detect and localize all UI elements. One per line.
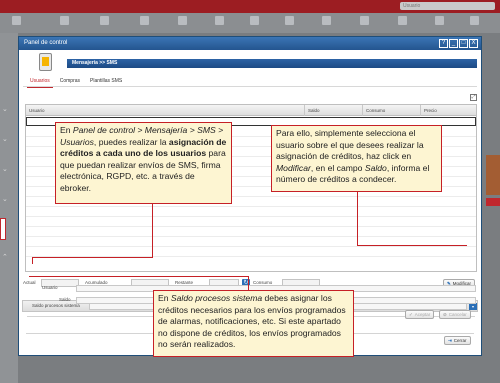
toolbar-icon[interactable] [470, 16, 479, 25]
callout-left: En Panel de control > Mensajería > SMS >… [55, 122, 232, 204]
callout-connector [29, 276, 248, 277]
close-button[interactable]: X [469, 39, 478, 48]
exit-icon: ⇥ [448, 338, 452, 343]
system-user-label: Usuario [42, 285, 58, 290]
toolbar-icon[interactable] [100, 16, 109, 25]
phone-sms-icon [39, 53, 52, 71]
callout-connector [32, 257, 153, 258]
toolbar-icon[interactable] [360, 16, 369, 25]
side-widget [486, 198, 500, 206]
tab-divider [23, 86, 477, 87]
column-header-consumo[interactable]: Consumo [363, 105, 421, 116]
user-search-field[interactable]: Usuario [400, 2, 495, 10]
column-header-precio[interactable]: Precio [421, 105, 476, 116]
minimize-button[interactable]: _ [449, 39, 458, 48]
chevron-up-icon[interactable]: ⌃ [2, 253, 8, 261]
toolbar-icon[interactable] [178, 16, 187, 25]
toolbar-icon[interactable] [12, 16, 21, 25]
dialog-title: Panel de control [24, 40, 68, 46]
chevron-down-icon[interactable]: ⌄ [2, 105, 8, 113]
column-header-usuario[interactable]: Usuario [26, 105, 305, 116]
chevron-down-icon[interactable]: ⌄ [2, 165, 8, 173]
table-row[interactable] [26, 228, 476, 237]
close-dialog-button[interactable]: ⇥ Cerrar [444, 336, 471, 345]
expand-section-icon[interactable]: ▾ [469, 303, 477, 310]
toolbar-icon[interactable] [285, 16, 294, 25]
toolbar-icon[interactable] [322, 16, 331, 25]
toolbar-icon[interactable] [140, 16, 149, 25]
side-widget [486, 155, 500, 195]
cancel-button[interactable]: ⊘ Cancelar [439, 310, 471, 319]
system-balance-label: Saldo procesos sistema [32, 303, 80, 308]
cancel-icon: ⊘ [443, 312, 447, 317]
expand-icon[interactable]: ⤢ [470, 94, 477, 101]
callout-connector [357, 192, 358, 246]
callout-connector [248, 276, 249, 290]
chevron-down-icon[interactable]: ⌄ [2, 135, 8, 143]
maximize-button[interactable]: □ [459, 39, 468, 48]
app-top-bar: Usuario [0, 0, 500, 13]
toolbar-icon[interactable] [435, 16, 444, 25]
chevron-down-icon[interactable]: ⌄ [2, 195, 8, 203]
sidebar-highlight [0, 218, 6, 240]
callout-connector [152, 204, 153, 258]
callout-bottom: En Saldo procesos sistema debes asignar … [153, 290, 354, 357]
toolbar-icon[interactable] [250, 16, 259, 25]
app-sidebar: ⌄ ⌄ ⌄ ⌄ ⌃ [0, 33, 18, 383]
callout-connector [357, 245, 467, 246]
callout-right: Para ello, simplemente selecciona el usu… [271, 125, 442, 192]
column-header-saldo[interactable]: Saldo [305, 105, 363, 116]
dialog-title-bar: Panel de control ? _ □ X [19, 37, 481, 50]
callout-connector [32, 257, 33, 264]
toolbar-icon[interactable] [215, 16, 224, 25]
table-row[interactable] [26, 248, 476, 257]
table-row[interactable] [26, 218, 476, 227]
accept-button[interactable]: ✓ Aceptar [405, 310, 435, 319]
breadcrumb: Mensajería >> SMS [67, 59, 477, 68]
grid-header: Usuario Saldo Consumo Precio [26, 105, 476, 116]
table-row[interactable] [26, 208, 476, 217]
system-balance-amount-label: Saldo [59, 297, 71, 302]
check-icon: ✓ [409, 312, 413, 317]
actual-label: Actual [23, 280, 36, 285]
help-button[interactable]: ? [439, 39, 448, 48]
toolbar-icon[interactable] [398, 16, 407, 25]
toolbar-icon[interactable] [60, 16, 69, 25]
